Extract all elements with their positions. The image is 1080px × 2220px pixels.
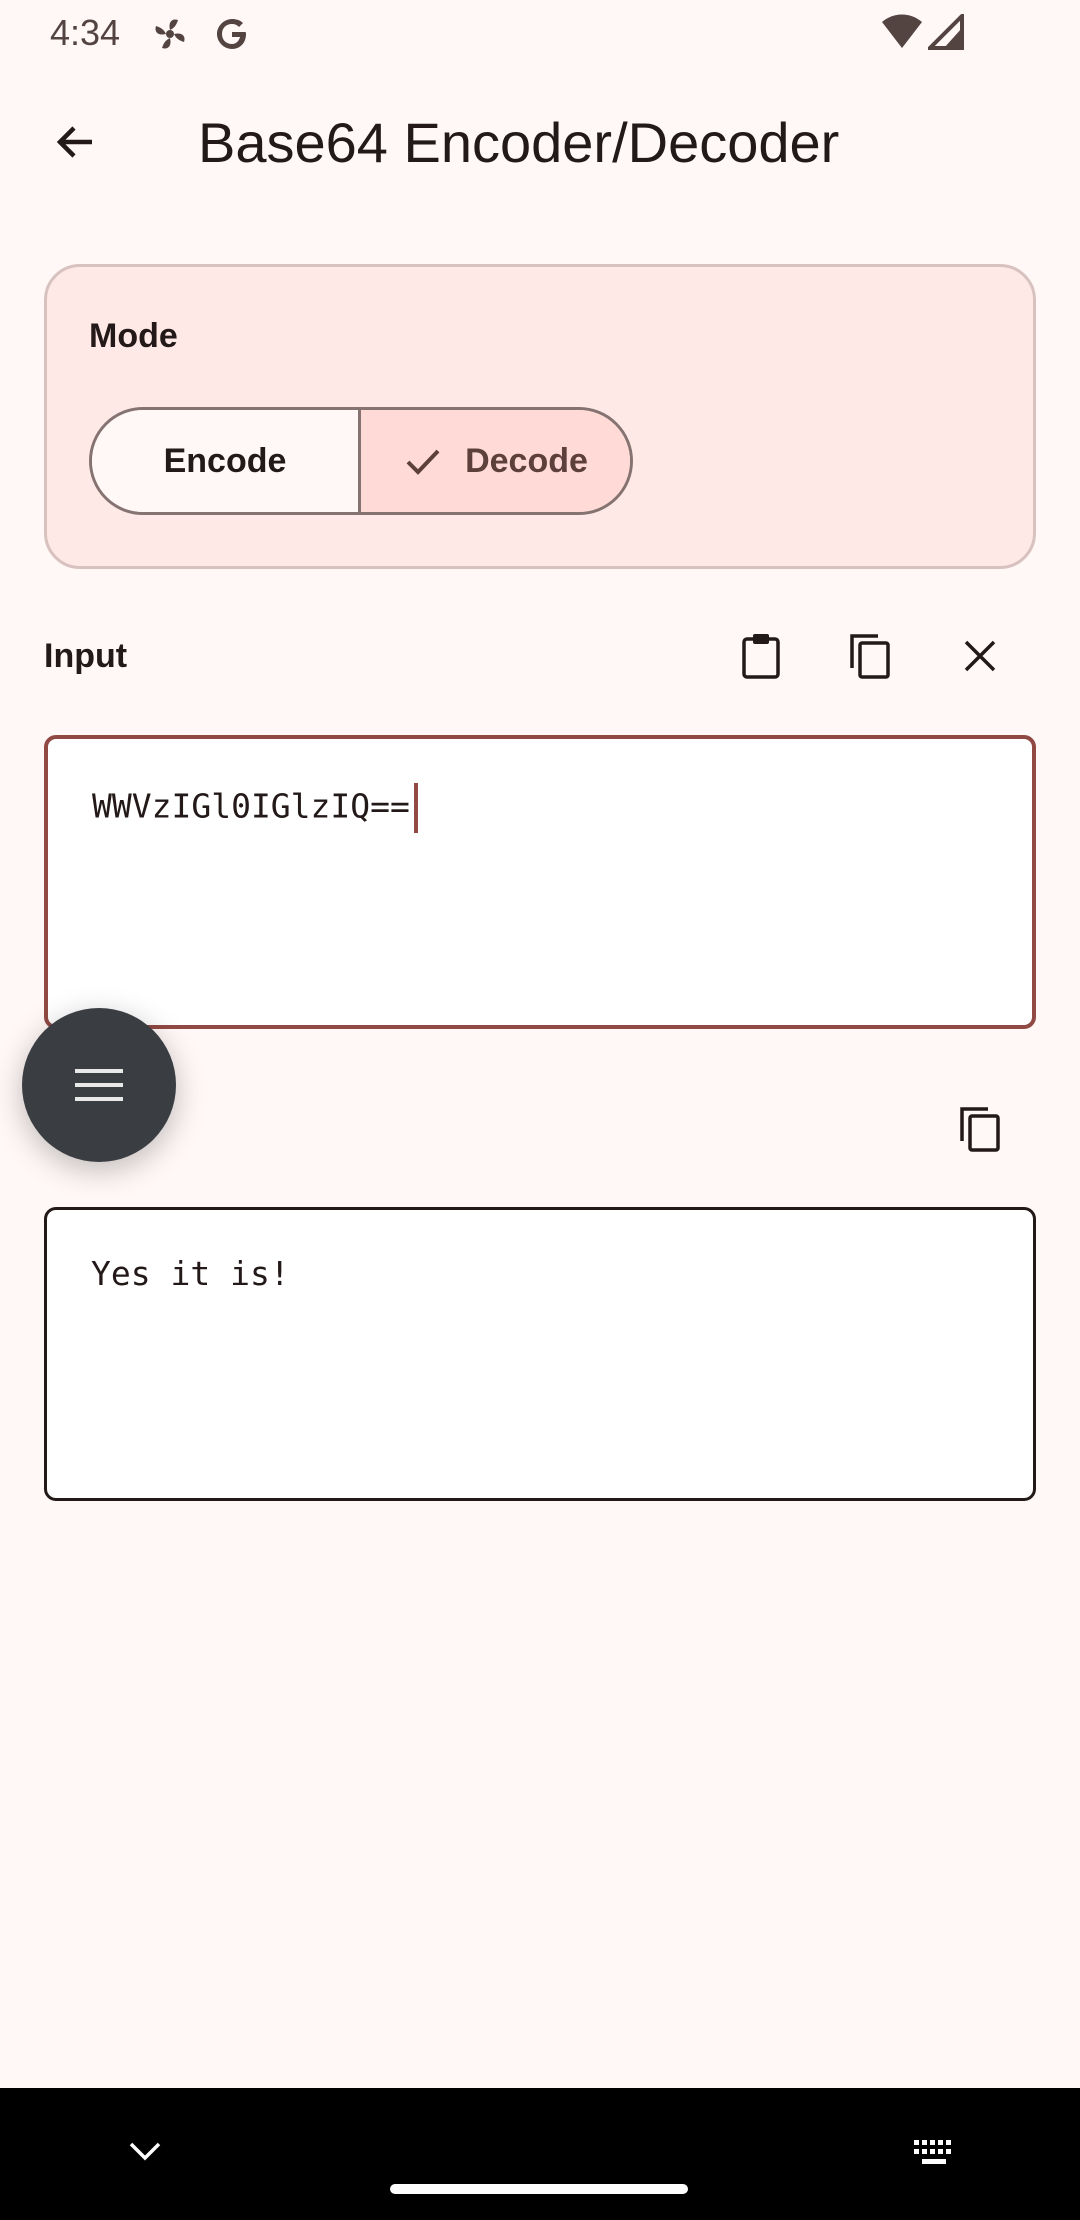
keyboard-icon (914, 2140, 951, 2164)
home-handle[interactable] (390, 2184, 688, 2194)
input-value: WWVzIGl0IGlzIQ== (92, 786, 410, 826)
close-icon (964, 640, 996, 672)
check-icon (406, 449, 440, 475)
input-label: Input (44, 637, 128, 675)
mode-label: Mode (89, 317, 178, 355)
navigation-bar (0, 2088, 1080, 2220)
mode-segmented-button: Encode Decode (89, 407, 633, 515)
text-caret (413, 783, 418, 833)
status-time: 4:34 (50, 12, 121, 53)
back-button[interactable] (40, 106, 112, 178)
status-bar: 4:34 (0, 0, 1080, 66)
signal-icon (925, 11, 964, 59)
google-icon (212, 14, 252, 59)
hide-keyboard-button[interactable] (128, 2140, 162, 2167)
wifi-icon (880, 14, 924, 59)
output-field[interactable]: Yes it is! (44, 1207, 1036, 1501)
keyboard-switch-button[interactable] (912, 2138, 956, 2173)
menu-icon (75, 1069, 123, 1101)
copy-icon (850, 634, 890, 679)
paste-icon (742, 634, 780, 679)
arrow-back-icon (56, 126, 92, 158)
encode-label: Encode (163, 441, 287, 480)
input-field[interactable]: WWVzIGl0IGlzIQ== (44, 735, 1036, 1029)
copy-input-button[interactable] (834, 620, 906, 692)
fan-icon (150, 14, 190, 59)
mode-card: Mode Encode Decode (44, 264, 1036, 569)
copy-output-button[interactable] (944, 1093, 1016, 1165)
menu-fab[interactable] (22, 1008, 176, 1162)
encode-segment[interactable]: Encode (92, 410, 361, 512)
app-bar: Base64 Encoder/Decoder (0, 80, 1080, 204)
copy-icon (960, 1107, 1000, 1152)
paste-button[interactable] (725, 620, 797, 692)
decode-label: Decode (465, 441, 588, 480)
chevron-down-icon (129, 2142, 161, 2161)
page-title: Base64 Encoder/Decoder (198, 111, 840, 174)
output-value: Yes it is! (91, 1254, 290, 1293)
decode-segment[interactable]: Decode (361, 410, 630, 512)
clear-input-button[interactable] (944, 620, 1016, 692)
